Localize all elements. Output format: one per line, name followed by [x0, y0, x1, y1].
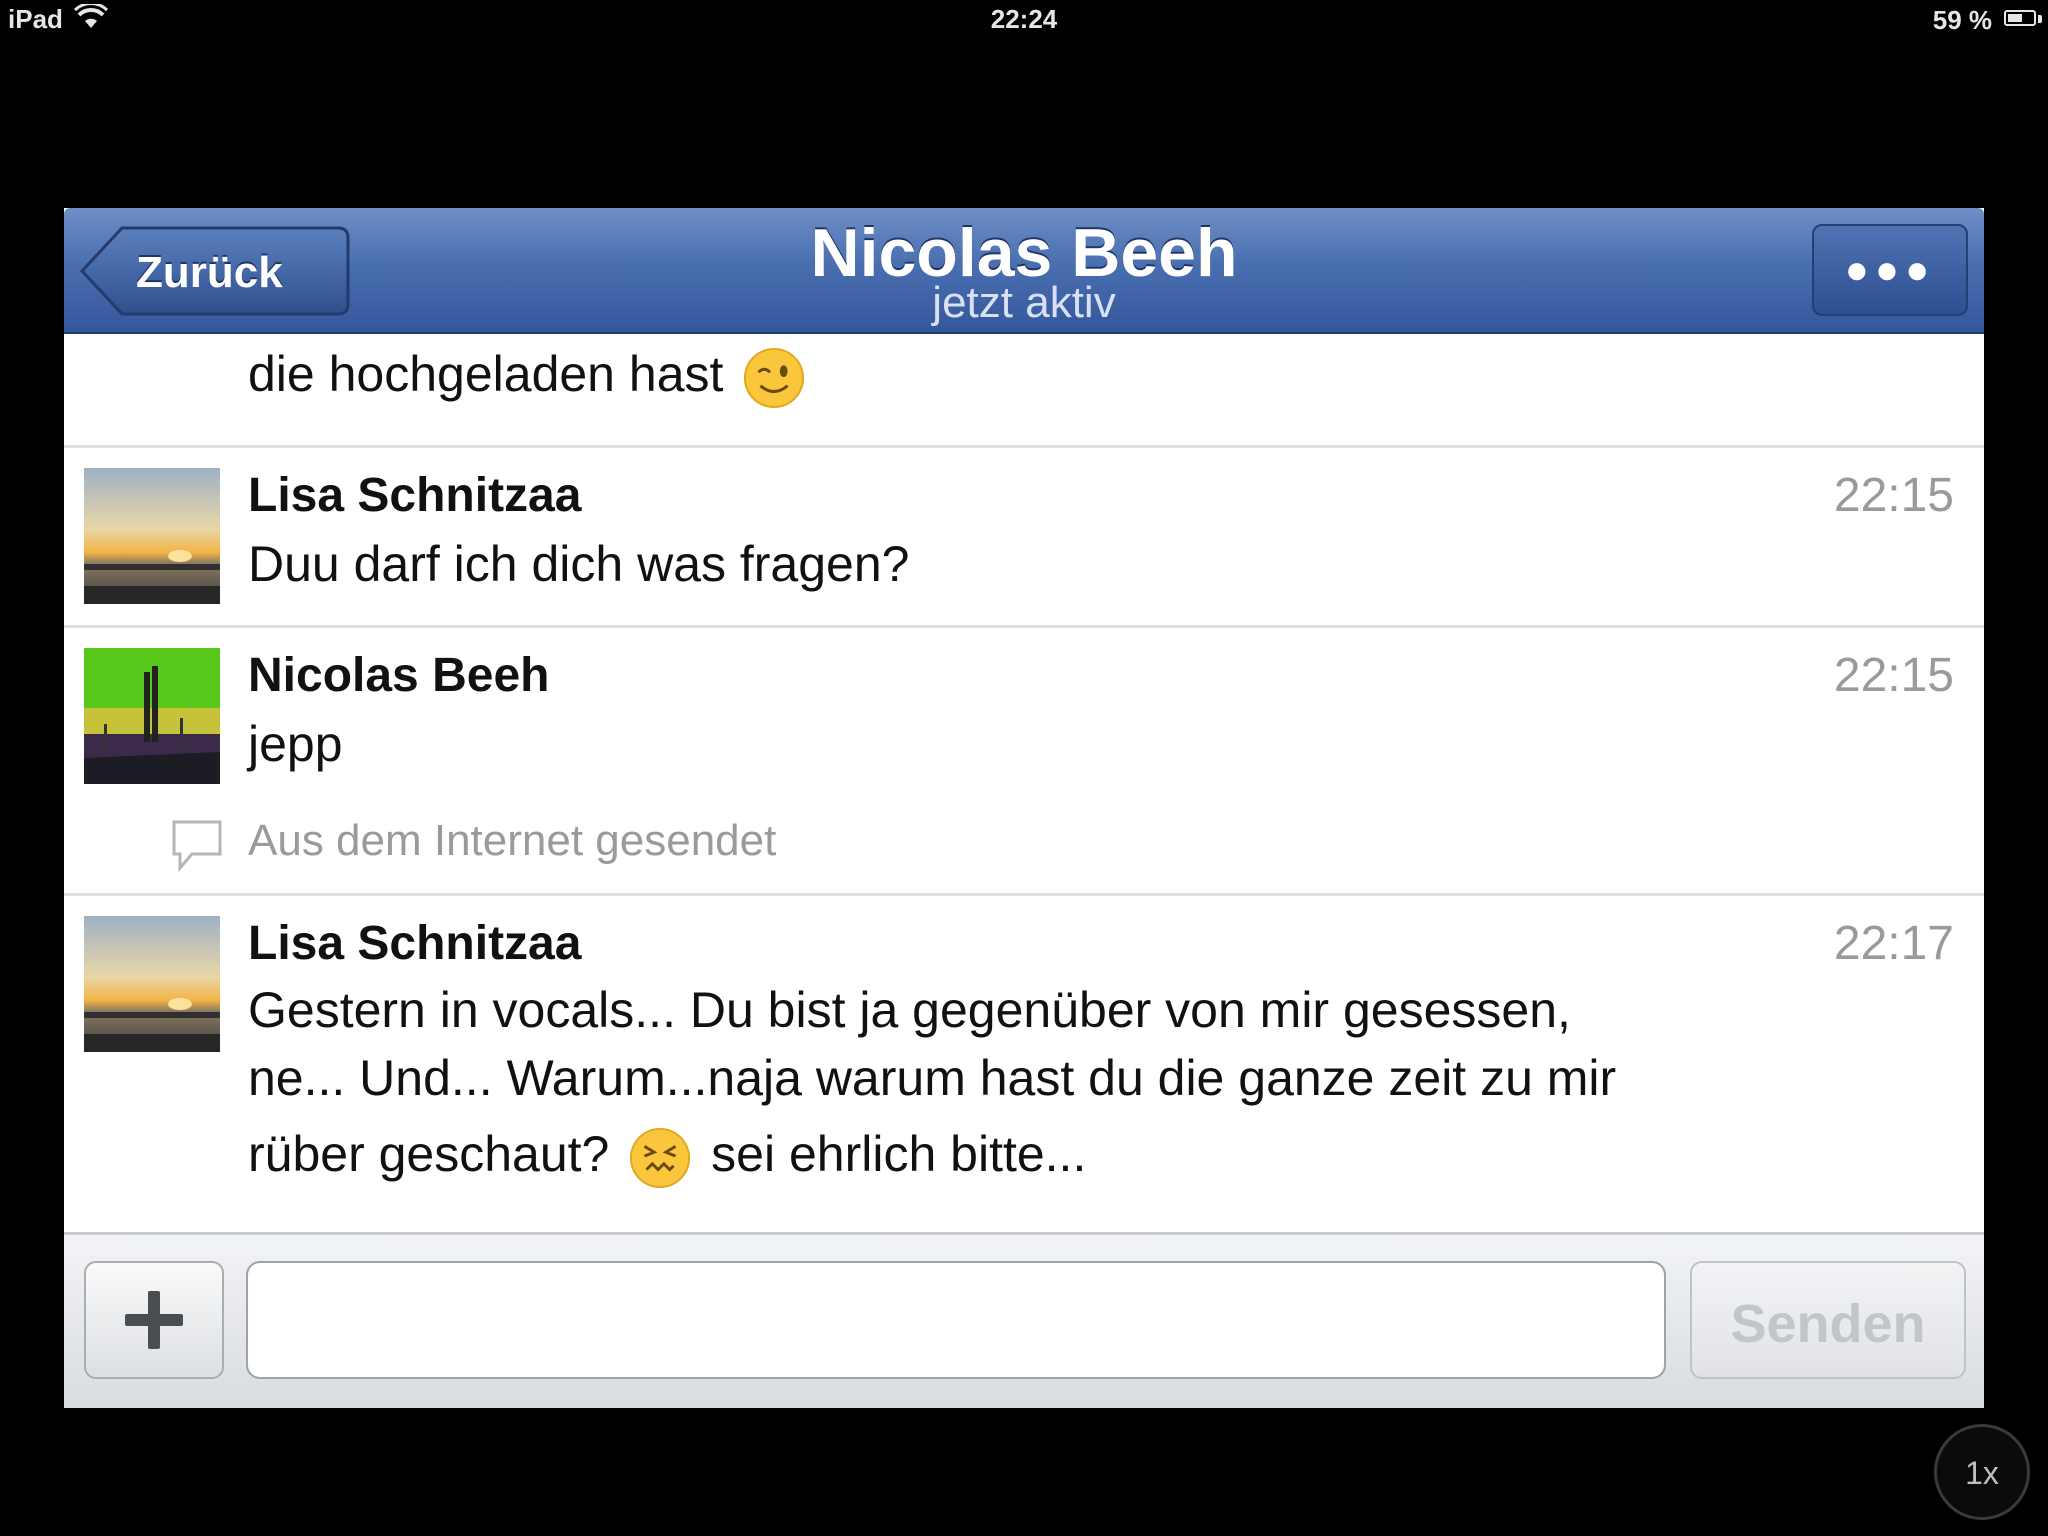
message-item: Lisa Schnitzaa 22:15 Duu darf ich dich w…: [64, 448, 1984, 628]
more-options-button[interactable]: ●●●: [1812, 224, 1968, 316]
avatar[interactable]: [84, 648, 220, 784]
battery-percent: 59 %: [1932, 5, 1992, 35]
message-time: 22:15: [1833, 649, 1954, 702]
compose-bar: Senden: [64, 1232, 1984, 1408]
chat-window: Zurück Nicolas Beeh jetzt aktiv ●●● die …: [64, 208, 1984, 1408]
avatar[interactable]: [84, 916, 220, 1052]
plus-icon: [125, 1291, 183, 1349]
send-button[interactable]: Senden: [1690, 1261, 1966, 1379]
message-text: jepp: [248, 716, 343, 772]
sender-name: Lisa Schnitzaa: [248, 469, 582, 522]
battery-icon: [2004, 10, 2036, 26]
clock: 22:24: [990, 4, 1058, 34]
ellipsis-icon: ●●●: [1844, 248, 1936, 292]
presence-status: jetzt aktiv: [932, 278, 1116, 327]
zoom-toggle-button[interactable]: 1x: [1934, 1424, 2030, 1520]
sent-via-label: Aus dem Internet gesendet: [248, 816, 777, 865]
message-list[interactable]: die hochgeladen hast Lisa Schnitzaa 22:1…: [64, 334, 1984, 1232]
sender-name: Nicolas Beeh: [248, 649, 550, 702]
nav-bar: Zurück Nicolas Beeh jetzt aktiv ●●●: [64, 208, 1984, 334]
message-text: Duu darf ich dich was fragen?: [248, 536, 910, 592]
sender-name: Lisa Schnitzaa: [248, 917, 582, 970]
message-text-part: rüber geschaut?: [248, 1126, 610, 1182]
message-line: rüber geschaut? sei ehrlich bitte...: [248, 1120, 1828, 1189]
message-text: Gestern in vocals... Du bist ja gegenübe…: [248, 976, 1828, 1189]
winking-face-emoji-icon: [744, 347, 805, 408]
battery-nub: [2038, 15, 2042, 23]
message-line: Gestern in vocals... Du bist ja gegenübe…: [248, 982, 1571, 1038]
status-bar: iPad 22:24 59 %: [0, 0, 2048, 40]
message-item: Nicolas Beeh 22:15 jepp Aus dem Internet…: [64, 628, 1984, 896]
chat-bubble-icon: [172, 820, 222, 872]
battery-fill: [2008, 14, 2022, 22]
message-time: 22:17: [1833, 917, 1954, 970]
message-text: die hochgeladen hast: [248, 340, 1828, 409]
message-item: die hochgeladen hast: [64, 334, 1984, 448]
message-text-part: sei ehrlich bitte...: [711, 1126, 1087, 1182]
message-line: ne... Und... Warum...naja warum hast du …: [248, 1050, 1617, 1106]
send-label: Senden: [1730, 1294, 1926, 1354]
message-item: Lisa Schnitzaa 22:17 Gestern in vocals..…: [64, 896, 1984, 1232]
message-input[interactable]: [246, 1261, 1666, 1379]
zoom-label: 1x: [1965, 1455, 1999, 1491]
avatar[interactable]: [84, 468, 220, 604]
message-time: 22:15: [1833, 469, 1954, 522]
add-attachment-button[interactable]: [84, 1261, 224, 1379]
message-text-part: die hochgeladen hast: [248, 346, 724, 402]
confounded-face-emoji-icon: [630, 1127, 691, 1188]
